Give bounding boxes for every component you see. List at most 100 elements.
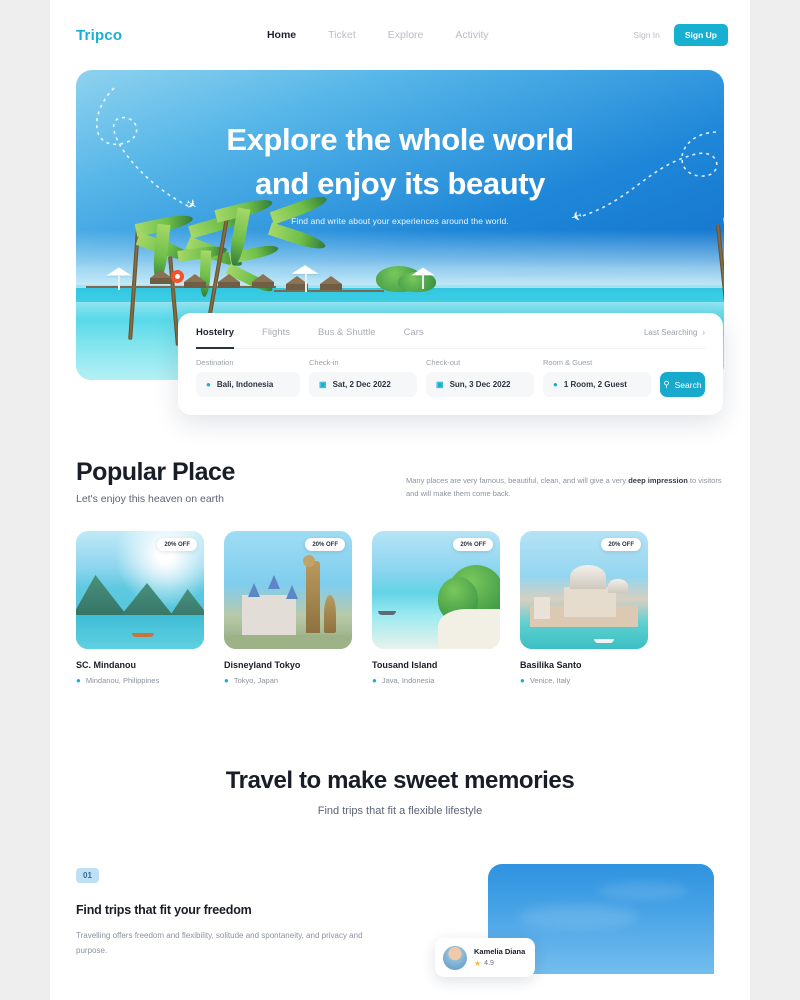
place-card[interactable]: 20% OFF Tousand Island ● Java, Indonesia — [372, 531, 500, 685]
destination-input[interactable]: ● Bali, Indonesia — [196, 372, 300, 397]
popular-header: Popular Place Let's enjoy this heaven on… — [76, 458, 724, 505]
umbrella-pole — [305, 274, 307, 292]
place-location-label: Java, Indonesia — [381, 676, 435, 685]
feature-section: 01 Find trips that fit your freedom Trav… — [50, 859, 750, 974]
location-pin-icon: ● — [520, 676, 525, 685]
landing-page: Tripco Home Ticket Explore Activity Sign… — [50, 0, 750, 1000]
tab-bus-shuttle[interactable]: Bus & Shuttle — [318, 327, 376, 347]
place-card[interactable]: 20% OFF Disneyland Tokyo ● Tokyo, Japan — [224, 531, 352, 685]
travel-section: Travel to make sweet memories Find trips… — [50, 767, 750, 817]
place-location: ● Venice, Italy — [520, 676, 648, 685]
place-location: ● Java, Indonesia — [372, 676, 500, 685]
tab-flights[interactable]: Flights — [262, 327, 290, 347]
site-header: Tripco Home Ticket Explore Activity Sign… — [50, 0, 750, 70]
discount-badge: 20% OFF — [305, 538, 345, 551]
reviewer-info: Kamelia Diana ★ 4.9 — [474, 947, 525, 968]
popular-desc-bold: deep impression — [628, 476, 688, 485]
bungalow-base — [150, 278, 172, 284]
brand-logo[interactable]: Tripco — [76, 27, 122, 44]
place-name: SC. Mindanou — [76, 660, 136, 670]
hero-title: Explore the whole world and enjoy its be… — [76, 118, 724, 206]
destination-value: Bali, Indonesia — [216, 380, 274, 389]
place-card[interactable]: 20% OFF SC. Mindanou ● Mindanou, Philipp… — [76, 531, 204, 685]
calendar-icon: ▣ — [436, 380, 444, 389]
search-widget: Hostelry Flights Bus & Shuttle Cars Last… — [178, 313, 723, 415]
reviewer-rating: ★ 4.9 — [474, 959, 525, 968]
bungalow — [218, 274, 240, 282]
feature-number-badge: 01 — [76, 868, 99, 883]
umbrella-pole — [422, 275, 424, 289]
auth-actions: Sign In Sign Up — [633, 24, 728, 46]
feature-description: Travelling offers freedom and flexibilit… — [76, 931, 363, 955]
place-card[interactable]: 20% OFF Basilika Santo ● Venice, Italy — [520, 531, 648, 685]
main-nav: Home Ticket Explore Activity — [122, 29, 633, 41]
checkout-value: Sun, 3 Dec 2022 — [449, 380, 511, 389]
place-location-label: Venice, Italy — [529, 676, 571, 685]
search-fields: Destination ● Bali, Indonesia Check-in ▣… — [196, 358, 705, 397]
avatar — [443, 945, 467, 970]
bungalow — [184, 274, 206, 282]
location-pin-icon: ● — [76, 676, 81, 685]
place-location: ● Mindanou, Philippines — [76, 676, 204, 685]
calendar-icon: ▣ — [319, 380, 327, 389]
travel-title: Travel to make sweet memories — [225, 767, 575, 794]
popular-desc-part1: Many places are very famous, beautiful, … — [406, 476, 629, 485]
tab-hostelry[interactable]: Hostelry — [196, 327, 235, 349]
destination-label: Destination — [196, 358, 234, 367]
nav-item-ticket[interactable]: Ticket — [328, 29, 356, 41]
reviewer-name: Kamelia Diana — [474, 947, 526, 956]
location-pin-icon: ● — [206, 380, 211, 389]
sign-in-link[interactable]: Sign In — [633, 30, 659, 40]
nav-item-home[interactable]: Home — [267, 29, 296, 41]
beach-umbrella — [291, 265, 319, 274]
checkout-input[interactable]: ▣ Sun, 3 Dec 2022 — [426, 372, 534, 397]
checkin-input[interactable]: ▣ Sat, 2 Dec 2022 — [309, 372, 417, 397]
checkin-label: Check-in — [309, 358, 339, 367]
person-icon: ● — [553, 380, 558, 389]
discount-badge: 20% OFF — [453, 538, 493, 551]
bungalow-base — [184, 282, 206, 288]
room-guest-input[interactable]: ● 1 Room, 2 Guest — [543, 372, 651, 397]
sign-up-button[interactable]: Sign Up — [673, 24, 728, 46]
popular-title: Popular Place — [76, 458, 235, 486]
reviewer-card: Kamelia Diana ★ 4.9 — [435, 938, 535, 977]
pier — [86, 286, 276, 288]
search-tabs: Hostelry Flights Bus & Shuttle Cars Last… — [196, 327, 705, 349]
field-room-guest: Room & Guest ● 1 Room, 2 Guest — [543, 358, 651, 397]
search-icon: ⚲ — [663, 379, 670, 389]
checkout-label: Check-out — [426, 358, 461, 367]
popular-heading-group: Popular Place Let's enjoy this heaven on… — [76, 458, 406, 505]
hero-title-line1: Explore the whole world — [226, 122, 574, 157]
room-guest-value: 1 Room, 2 Guest — [563, 380, 627, 389]
room-guest-label: Room & Guest — [543, 358, 593, 367]
bungalow — [252, 274, 274, 282]
nav-item-explore[interactable]: Explore — [388, 29, 424, 41]
feature-title: Find trips that fit your freedom — [76, 903, 252, 917]
place-name: Disneyland Tokyo — [224, 660, 301, 670]
rating-value: 4.9 — [484, 960, 494, 967]
last-searching-link[interactable]: Last Searching › — [644, 328, 705, 337]
search-button[interactable]: ⚲ Search — [660, 372, 705, 397]
discount-badge: 20% OFF — [601, 538, 641, 551]
place-location-label: Mindanou, Philippines — [85, 676, 160, 685]
popular-place-section: Popular Place Let's enjoy this heaven on… — [50, 380, 750, 685]
place-image-disney: 20% OFF — [224, 531, 352, 649]
search-button-label: Search — [674, 379, 702, 390]
checkin-value: Sat, 2 Dec 2022 — [332, 380, 391, 389]
place-location-label: Tokyo, Japan — [233, 676, 279, 685]
place-location: ● Tokyo, Japan — [224, 676, 352, 685]
tab-cars[interactable]: Cars — [404, 327, 424, 347]
place-image-beach: 20% OFF — [372, 531, 500, 649]
last-searching-label: Last Searching — [643, 328, 698, 337]
bungalow — [320, 276, 342, 284]
place-image-lake: 20% OFF — [76, 531, 204, 649]
hero-title-line2: and enjoy its beauty — [254, 166, 545, 202]
bungalow-base — [252, 282, 274, 288]
umbrella-pole — [118, 276, 120, 290]
field-destination: Destination ● Bali, Indonesia — [196, 358, 300, 397]
place-name: Tousand Island — [372, 660, 438, 670]
popular-description: Many places are very famous, beautiful, … — [406, 458, 724, 500]
discount-badge: 20% OFF — [157, 538, 197, 551]
nav-item-activity[interactable]: Activity — [455, 29, 488, 41]
bungalow-base — [218, 282, 240, 288]
